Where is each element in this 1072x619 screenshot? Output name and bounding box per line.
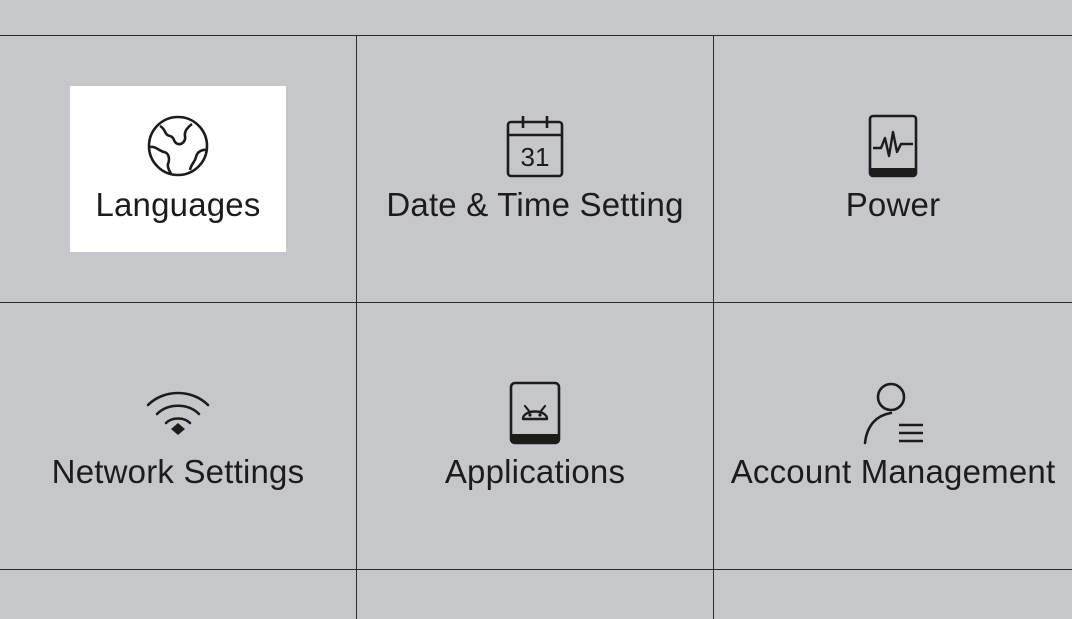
- settings-item-network[interactable]: Network Settings: [0, 303, 356, 569]
- calendar-day-number: 31: [521, 142, 550, 172]
- settings-item-label: Applications: [444, 453, 626, 490]
- tile: Account Management: [719, 381, 1068, 491]
- tile: 31 Date & Time Setting: [374, 114, 695, 224]
- wifi-icon: [146, 381, 210, 445]
- account-icon: [861, 381, 925, 445]
- settings-item-partial[interactable]: [0, 570, 356, 619]
- settings-item-applications[interactable]: Applications: [357, 303, 713, 569]
- android-icon: [503, 381, 567, 445]
- settings-item-label: Network Settings: [51, 453, 305, 490]
- tile: Network Settings: [40, 381, 317, 491]
- settings-screen: Languages 31 Date & Time Setting Power N…: [0, 0, 1072, 619]
- settings-item-partial[interactable]: [357, 570, 713, 619]
- settings-item-date-time[interactable]: 31 Date & Time Setting: [357, 36, 713, 302]
- settings-item-label: Languages: [95, 186, 261, 223]
- settings-item-label: Account Management: [730, 453, 1056, 490]
- settings-item-label: Power: [845, 186, 941, 223]
- settings-item-label: Date & Time Setting: [386, 186, 684, 223]
- settings-item-account[interactable]: Account Management: [714, 303, 1072, 569]
- settings-item-languages[interactable]: Languages: [0, 36, 356, 302]
- calendar-icon: 31: [503, 114, 567, 178]
- tile: Applications: [433, 381, 637, 491]
- power-activity-icon: [861, 114, 925, 178]
- settings-grid: Languages 31 Date & Time Setting Power N…: [0, 36, 1072, 619]
- globe-icon: [146, 114, 210, 178]
- settings-item-partial[interactable]: [714, 570, 1072, 619]
- top-strip: [0, 0, 1072, 36]
- settings-item-power[interactable]: Power: [714, 36, 1072, 302]
- selected-tile: Languages: [70, 86, 286, 252]
- tile: Power: [834, 114, 953, 224]
